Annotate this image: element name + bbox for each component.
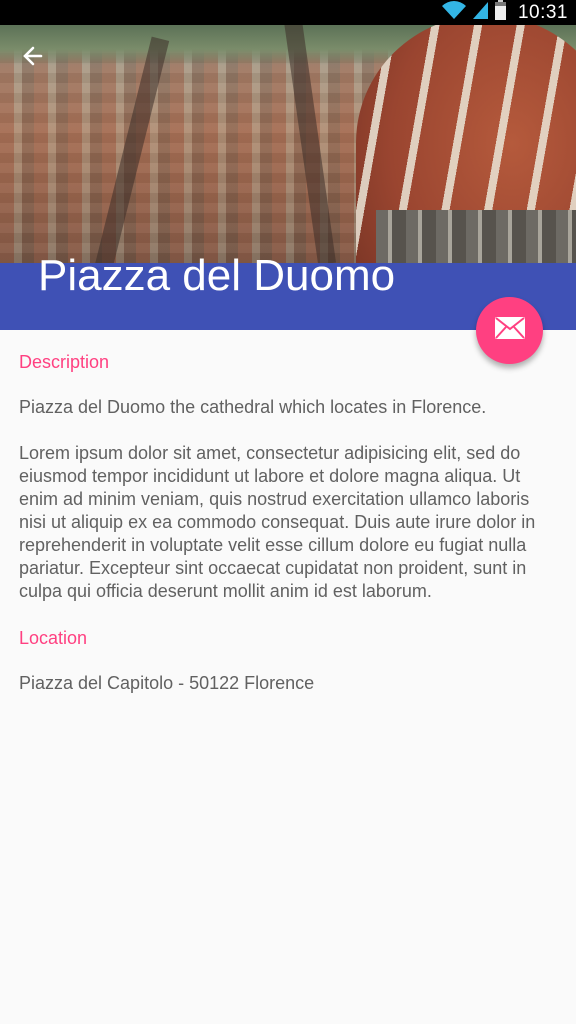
- page-title: Piazza del Duomo: [38, 251, 396, 300]
- back-button[interactable]: [16, 42, 48, 74]
- description-label: Description: [19, 352, 110, 372]
- signal-icon: [472, 0, 489, 25]
- status-icons: 10:31: [441, 0, 568, 25]
- detail-content: Description Piazza del Duomo the cathedr…: [19, 350, 557, 695]
- description-body: Lorem ipsum dolor sit amet, consectetur …: [19, 443, 536, 601]
- arrow-back-icon: [21, 45, 43, 72]
- description-intro: Piazza del Duomo the cathedral which loc…: [19, 397, 487, 417]
- wifi-icon: [441, 0, 467, 25]
- header-image: [0, 25, 576, 263]
- cathedral-drum: [376, 210, 576, 263]
- email-icon: [494, 317, 525, 344]
- email-fab-button[interactable]: [476, 297, 543, 364]
- status-bar: 10:31: [0, 0, 576, 25]
- location-label: Location: [19, 628, 88, 648]
- location-address: Piazza del Capitolo - 50122 Florence: [19, 673, 315, 693]
- status-time: 10:31: [517, 1, 568, 23]
- battery-icon: [494, 0, 506, 25]
